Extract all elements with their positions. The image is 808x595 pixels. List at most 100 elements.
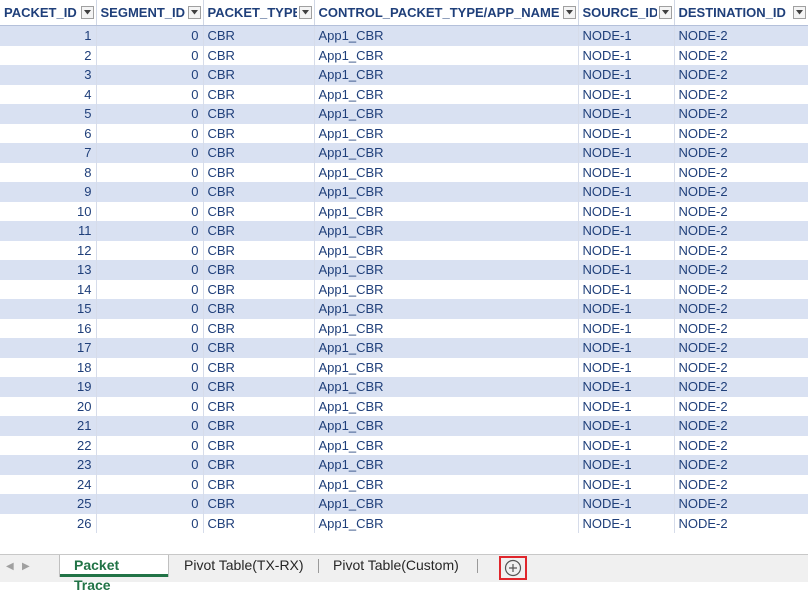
cell-segment-id[interactable]: 0 [96, 123, 204, 143]
filter-dropdown-icon[interactable] [80, 6, 94, 19]
cell-segment-id[interactable]: 0 [96, 25, 204, 46]
cell-segment-id[interactable]: 0 [96, 474, 204, 494]
filter-dropdown-icon[interactable] [658, 6, 672, 19]
cell-packet-id[interactable]: 9 [0, 182, 97, 202]
cell-source-id[interactable]: NODE-1 [578, 435, 675, 455]
cell-segment-id[interactable]: 0 [96, 435, 204, 455]
cell-segment-id[interactable]: 0 [96, 260, 204, 280]
cell-segment-id[interactable]: 0 [96, 45, 204, 65]
column-header-source-id[interactable]: SOURCE_ID [578, 0, 675, 26]
cell-app-name[interactable]: App1_CBR [314, 221, 579, 241]
cell-packet-id[interactable]: 26 [0, 513, 97, 533]
cell-segment-id[interactable]: 0 [96, 513, 204, 533]
cell-app-name[interactable]: App1_CBR [314, 260, 579, 280]
cell-packet-type[interactable]: CBR [203, 338, 315, 358]
cell-source-id[interactable]: NODE-1 [578, 182, 675, 202]
cell-packet-type[interactable]: CBR [203, 25, 315, 46]
cell-segment-id[interactable]: 0 [96, 201, 204, 221]
cell-segment-id[interactable]: 0 [96, 65, 204, 85]
cell-packet-type[interactable]: CBR [203, 455, 315, 475]
cell-destination-id[interactable]: NODE-2 [674, 260, 808, 280]
cell-app-name[interactable]: App1_CBR [314, 455, 579, 475]
cell-destination-id[interactable]: NODE-2 [674, 377, 808, 397]
cell-packet-type[interactable]: CBR [203, 416, 315, 436]
cell-source-id[interactable]: NODE-1 [578, 377, 675, 397]
cell-app-name[interactable]: App1_CBR [314, 474, 579, 494]
filter-dropdown-icon[interactable] [187, 6, 201, 19]
cell-packet-id[interactable]: 24 [0, 474, 97, 494]
cell-packet-type[interactable]: CBR [203, 65, 315, 85]
cell-source-id[interactable]: NODE-1 [578, 299, 675, 319]
column-header-control-packet-type[interactable]: CONTROL_PACKET_TYPE/APP_NAME [314, 0, 579, 26]
cell-source-id[interactable]: NODE-1 [578, 494, 675, 514]
cell-packet-id[interactable]: 5 [0, 104, 97, 124]
cell-packet-id[interactable]: 19 [0, 377, 97, 397]
cell-packet-id[interactable]: 14 [0, 279, 97, 299]
cell-source-id[interactable]: NODE-1 [578, 84, 675, 104]
cell-packet-id[interactable]: 15 [0, 299, 97, 319]
cell-destination-id[interactable]: NODE-2 [674, 455, 808, 475]
cell-destination-id[interactable]: NODE-2 [674, 25, 808, 46]
cell-segment-id[interactable]: 0 [96, 396, 204, 416]
cell-source-id[interactable]: NODE-1 [578, 513, 675, 533]
cell-segment-id[interactable]: 0 [96, 240, 204, 260]
cell-destination-id[interactable]: NODE-2 [674, 396, 808, 416]
scroll-right-icon[interactable]: ▶ [22, 561, 30, 572]
cell-packet-type[interactable]: CBR [203, 396, 315, 416]
cell-segment-id[interactable]: 0 [96, 221, 204, 241]
cell-packet-id[interactable]: 12 [0, 240, 97, 260]
cell-source-id[interactable]: NODE-1 [578, 123, 675, 143]
cell-destination-id[interactable]: NODE-2 [674, 162, 808, 182]
column-header-segment-id[interactable]: SEGMENT_ID [96, 0, 204, 26]
cell-source-id[interactable]: NODE-1 [578, 162, 675, 182]
cell-destination-id[interactable]: NODE-2 [674, 416, 808, 436]
cell-app-name[interactable]: App1_CBR [314, 416, 579, 436]
cell-source-id[interactable]: NODE-1 [578, 338, 675, 358]
cell-segment-id[interactable]: 0 [96, 318, 204, 338]
cell-packet-id[interactable]: 10 [0, 201, 97, 221]
cell-app-name[interactable]: App1_CBR [314, 162, 579, 182]
cell-source-id[interactable]: NODE-1 [578, 65, 675, 85]
cell-destination-id[interactable]: NODE-2 [674, 201, 808, 221]
tab-pivot-table-custom[interactable]: Pivot Table(Custom) [319, 555, 473, 577]
cell-source-id[interactable]: NODE-1 [578, 45, 675, 65]
cell-packet-type[interactable]: CBR [203, 494, 315, 514]
cell-segment-id[interactable]: 0 [96, 416, 204, 436]
cell-destination-id[interactable]: NODE-2 [674, 84, 808, 104]
cell-packet-id[interactable]: 1 [0, 25, 97, 46]
cell-packet-type[interactable]: CBR [203, 299, 315, 319]
cell-destination-id[interactable]: NODE-2 [674, 143, 808, 163]
cell-packet-type[interactable]: CBR [203, 201, 315, 221]
cell-app-name[interactable]: App1_CBR [314, 143, 579, 163]
cell-packet-type[interactable]: CBR [203, 513, 315, 533]
cell-packet-type[interactable]: CBR [203, 318, 315, 338]
cell-segment-id[interactable]: 0 [96, 182, 204, 202]
cell-source-id[interactable]: NODE-1 [578, 221, 675, 241]
cell-source-id[interactable]: NODE-1 [578, 357, 675, 377]
cell-app-name[interactable]: App1_CBR [314, 25, 579, 46]
cell-source-id[interactable]: NODE-1 [578, 474, 675, 494]
cell-packet-id[interactable]: 21 [0, 416, 97, 436]
cell-app-name[interactable]: App1_CBR [314, 494, 579, 514]
cell-packet-id[interactable]: 2 [0, 45, 97, 65]
cell-app-name[interactable]: App1_CBR [314, 396, 579, 416]
cell-app-name[interactable]: App1_CBR [314, 279, 579, 299]
cell-app-name[interactable]: App1_CBR [314, 377, 579, 397]
cell-source-id[interactable]: NODE-1 [578, 25, 675, 46]
cell-segment-id[interactable]: 0 [96, 143, 204, 163]
cell-app-name[interactable]: App1_CBR [314, 65, 579, 85]
cell-packet-type[interactable]: CBR [203, 357, 315, 377]
cell-app-name[interactable]: App1_CBR [314, 240, 579, 260]
cell-destination-id[interactable]: NODE-2 [674, 65, 808, 85]
cell-packet-type[interactable]: CBR [203, 45, 315, 65]
cell-segment-id[interactable]: 0 [96, 377, 204, 397]
cell-destination-id[interactable]: NODE-2 [674, 123, 808, 143]
cell-packet-type[interactable]: CBR [203, 240, 315, 260]
scroll-left-icon[interactable]: ◀ [6, 561, 14, 572]
cell-source-id[interactable]: NODE-1 [578, 240, 675, 260]
cell-destination-id[interactable]: NODE-2 [674, 104, 808, 124]
cell-app-name[interactable]: App1_CBR [314, 104, 579, 124]
cell-packet-type[interactable]: CBR [203, 84, 315, 104]
cell-packet-id[interactable]: 3 [0, 65, 97, 85]
cell-packet-id[interactable]: 16 [0, 318, 97, 338]
